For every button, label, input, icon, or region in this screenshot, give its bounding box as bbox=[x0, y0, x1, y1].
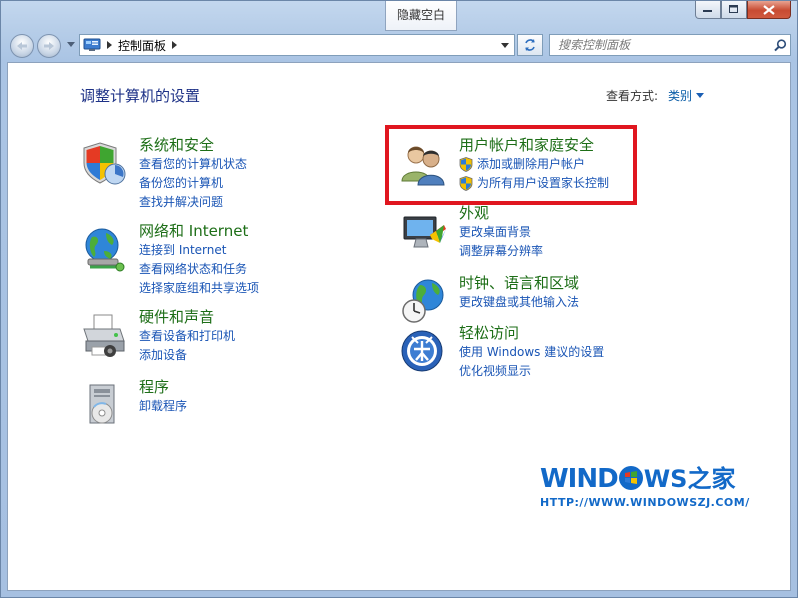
address-dropdown-icon[interactable] bbox=[501, 43, 509, 48]
category-text: 外观 更改桌面背景 调整屏幕分辨率 bbox=[459, 203, 543, 261]
page-title: 调整计算机的设置 bbox=[80, 87, 201, 105]
watermark-logo: WIND WS之家 HTTP://WWW.WINDOWSZJ.COM/ bbox=[540, 459, 750, 509]
view-by-dropdown[interactable]: 类别 bbox=[668, 87, 692, 104]
category-text: 网络和 Internet 连接到 Internet 查看网络状态和任务 选择家庭… bbox=[139, 221, 259, 298]
printer-icon bbox=[83, 314, 125, 357]
windows-flag-icon bbox=[618, 466, 643, 490]
link-connect-internet[interactable]: 连接到 Internet bbox=[139, 241, 259, 260]
arrow-right-icon bbox=[44, 42, 54, 50]
control-panel-icon bbox=[83, 38, 101, 51]
ease-of-access-icon bbox=[401, 330, 443, 372]
forward-button[interactable] bbox=[37, 34, 61, 58]
breadcrumb-chevron-icon[interactable] bbox=[107, 41, 112, 49]
window-controls bbox=[695, 1, 791, 19]
appearance-icon bbox=[403, 216, 446, 248]
link-network-status[interactable]: 查看网络状态和任务 bbox=[139, 260, 259, 279]
search-input[interactable] bbox=[550, 37, 770, 53]
programs-icon bbox=[89, 384, 115, 424]
search-icon[interactable] bbox=[770, 38, 790, 52]
category-title[interactable]: 外观 bbox=[459, 203, 543, 223]
shield-icon bbox=[83, 142, 126, 185]
category-title[interactable]: 轻松访问 bbox=[459, 323, 604, 343]
arrow-left-icon bbox=[17, 42, 27, 50]
maximize-icon bbox=[729, 5, 738, 13]
close-icon bbox=[763, 4, 775, 15]
address-bar[interactable]: 控制面板 bbox=[79, 34, 515, 56]
category-text: 时钟、语言和区域 更改键盘或其他输入法 bbox=[459, 273, 579, 312]
clock-globe-icon bbox=[402, 279, 444, 323]
hide-whitespace-tooltip[interactable]: 隐藏空白 bbox=[385, 1, 457, 31]
close-button[interactable] bbox=[747, 1, 791, 19]
network-icon bbox=[85, 228, 125, 272]
category-text: 程序 卸载程序 bbox=[139, 377, 187, 416]
category-text: 轻松访问 使用 Windows 建议的设置 优化视频显示 bbox=[459, 323, 604, 381]
highlight-box bbox=[385, 125, 637, 205]
search-box[interactable] bbox=[549, 34, 791, 56]
refresh-button[interactable] bbox=[517, 34, 543, 56]
watermark-url: HTTP://WWW.WINDOWSZJ.COM/ bbox=[540, 496, 750, 509]
link-uninstall-program[interactable]: 卸载程序 bbox=[139, 397, 187, 416]
minimize-icon bbox=[703, 9, 712, 12]
category-title[interactable]: 硬件和声音 bbox=[139, 307, 235, 327]
link-change-background[interactable]: 更改桌面背景 bbox=[459, 223, 543, 242]
minimize-button[interactable] bbox=[695, 1, 721, 19]
recent-pages-dropdown[interactable] bbox=[67, 42, 75, 47]
watermark-brand-left: WIND bbox=[540, 464, 619, 494]
category-title[interactable]: 系统和安全 bbox=[139, 135, 247, 155]
breadcrumb-control-panel[interactable]: 控制面板 bbox=[118, 37, 166, 54]
category-title[interactable]: 时钟、语言和区域 bbox=[459, 273, 579, 293]
link-backup-computer[interactable]: 备份您的计算机 bbox=[139, 174, 247, 193]
breadcrumb-chevron-icon[interactable] bbox=[172, 41, 178, 49]
watermark-brand-right: WS之家 bbox=[643, 465, 736, 493]
link-windows-suggested-settings[interactable]: 使用 Windows 建议的设置 bbox=[459, 343, 604, 362]
category-text: 系统和安全 查看您的计算机状态 备份您的计算机 查找并解决问题 bbox=[139, 135, 247, 212]
link-optimize-visual-display[interactable]: 优化视频显示 bbox=[459, 362, 604, 381]
maximize-button[interactable] bbox=[721, 1, 747, 19]
chevron-down-icon[interactable] bbox=[696, 93, 704, 98]
category-title[interactable]: 网络和 Internet bbox=[139, 221, 259, 241]
link-homegroup-sharing[interactable]: 选择家庭组和共享选项 bbox=[139, 279, 259, 298]
link-troubleshoot[interactable]: 查找并解决问题 bbox=[139, 193, 247, 212]
link-devices-printers[interactable]: 查看设备和打印机 bbox=[139, 327, 235, 346]
category-text: 硬件和声音 查看设备和打印机 添加设备 bbox=[139, 307, 235, 365]
link-view-computer-status[interactable]: 查看您的计算机状态 bbox=[139, 155, 247, 174]
category-title[interactable]: 程序 bbox=[139, 377, 187, 397]
view-by-label: 查看方式: bbox=[605, 89, 658, 103]
back-button[interactable] bbox=[10, 34, 34, 58]
refresh-icon bbox=[525, 39, 535, 51]
link-screen-resolution[interactable]: 调整屏幕分辨率 bbox=[459, 242, 543, 261]
link-keyboard-input[interactable]: 更改键盘或其他输入法 bbox=[459, 293, 579, 312]
content-pane: 调整计算机的设置 查看方式: 类别 系统和安全 查看您的计算机状态 备份您的计算… bbox=[7, 62, 791, 591]
link-add-device[interactable]: 添加设备 bbox=[139, 346, 235, 365]
